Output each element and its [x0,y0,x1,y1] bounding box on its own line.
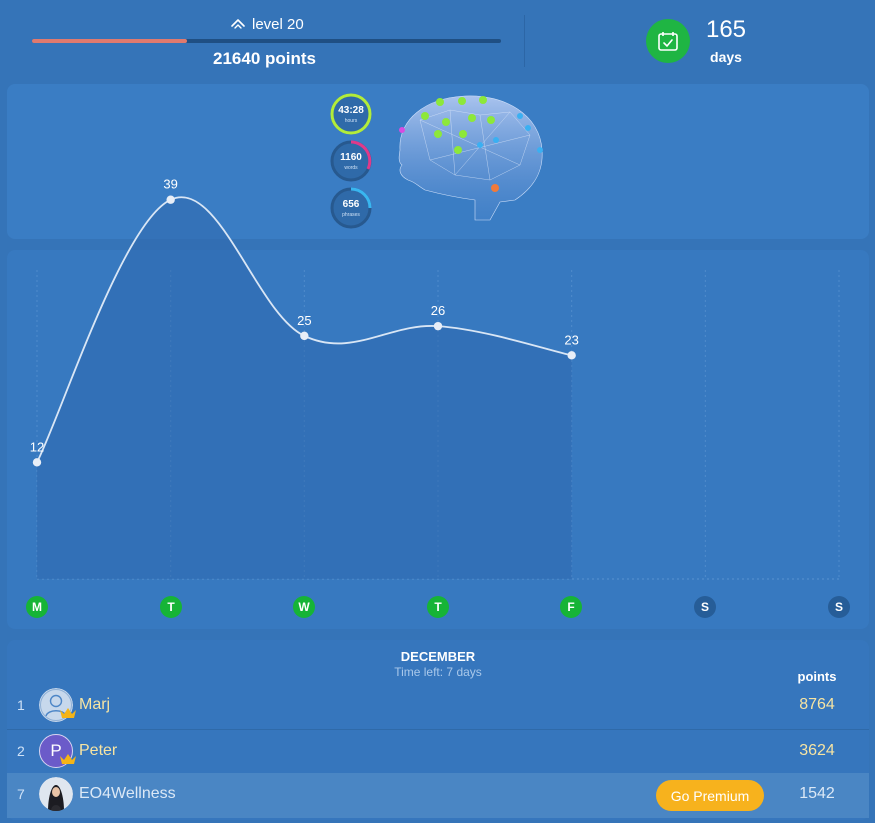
avatar[interactable] [39,777,73,811]
go-premium-button[interactable]: Go Premium [656,780,764,811]
total-points: 21640 points [213,49,316,68]
rank: 2 [17,743,25,759]
crown-icon [60,708,76,718]
level-label: level 20 [252,15,304,33]
phrases-ring: 656 phrases [330,187,372,229]
level-progress-bar [32,39,501,43]
brain-illustration [398,95,543,221]
hours-label: hours [344,118,358,124]
user-points: 3624 [799,742,835,759]
words-label: words [344,165,358,171]
points-column-header: points [797,669,837,684]
user-points: 1542 [799,785,835,802]
day-sunday: S [828,596,850,618]
words-value: 1160 [340,152,362,163]
leaderboard-row[interactable]: 1 Marj 8764 [7,684,869,728]
user-points: 8764 [799,696,835,713]
phrases-label: phrases [342,212,360,218]
day-tuesday: T [160,596,182,618]
phrases-value: 656 [342,199,360,210]
crown-icon [60,754,76,764]
leaderboard-time-left: Time left: 7 days [394,665,482,679]
day-saturday: S [694,596,716,618]
weekly-chart-panel [7,250,869,629]
streak-unit: days [710,49,742,65]
level-indicator: level 20 [230,14,330,34]
top-bar: level 20 21640 points 165 days [0,0,875,80]
rank: 1 [17,697,25,713]
leaderboard-month: DECEMBER [400,649,476,664]
day-monday: M [26,596,48,618]
header-divider [524,15,525,67]
streak-count: 165 [705,16,747,43]
level-up-icon [231,19,245,29]
leaderboard-row[interactable]: 2 P Peter 3624 [7,729,869,774]
username[interactable]: Marj [79,696,110,714]
day-friday: F [560,596,582,618]
hours-ring: 43:28 hours [330,93,372,135]
hours-value: 43:28 [338,105,364,116]
day-wednesday: W [293,596,315,618]
day-thursday: T [427,596,449,618]
words-ring: 1160 words [330,140,372,182]
calendar-check-icon [646,19,690,63]
rank: 7 [17,786,25,802]
username[interactable]: Peter [79,742,117,760]
level-progress-fill [32,39,187,43]
leaderboard-row-current-user[interactable]: 7 EO4Wellness Go Premium 1542 [7,773,869,818]
username[interactable]: EO4Wellness [79,785,176,803]
